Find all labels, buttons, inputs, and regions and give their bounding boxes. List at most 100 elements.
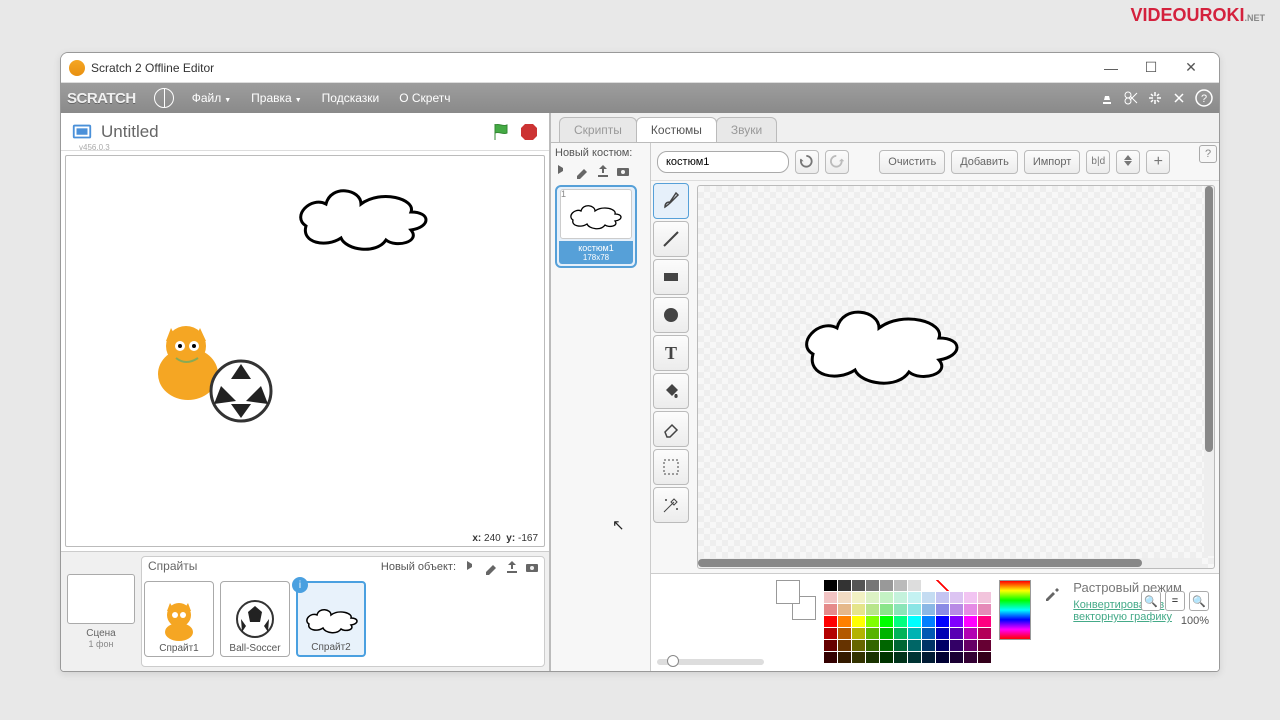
scratch-logo[interactable]: SCRATCH [67, 90, 136, 107]
palette-cell[interactable] [964, 652, 977, 663]
palette-cell[interactable] [824, 580, 837, 591]
text-tool[interactable]: T [653, 335, 689, 371]
line-tool[interactable] [653, 221, 689, 257]
zoom-in-button[interactable]: 🔍 [1189, 591, 1209, 611]
palette-cell[interactable] [824, 616, 837, 627]
palette-cell[interactable] [852, 628, 865, 639]
zoom-out-button[interactable]: 🔍 [1141, 591, 1161, 611]
palette-cell[interactable] [978, 592, 991, 603]
palette-cell[interactable] [838, 652, 851, 663]
palette-cell[interactable] [880, 616, 893, 627]
language-icon[interactable] [154, 88, 174, 108]
palette-cell[interactable] [866, 616, 879, 627]
palette-cell[interactable] [908, 604, 921, 615]
scissors-icon[interactable] [1123, 90, 1139, 106]
green-flag-button[interactable] [491, 122, 511, 142]
palette-cell[interactable] [894, 640, 907, 651]
palette-cell[interactable] [936, 616, 949, 627]
menu-edit[interactable]: Правка [243, 87, 309, 109]
upload-sprite-icon[interactable] [504, 559, 520, 575]
palette-cell[interactable] [964, 616, 977, 627]
palette-cell[interactable] [978, 652, 991, 663]
cat-sprite-on-stage[interactable] [136, 316, 286, 426]
palette-cell[interactable] [852, 616, 865, 627]
palette-cell[interactable] [824, 652, 837, 663]
palette-cell[interactable] [964, 592, 977, 603]
palette-cell[interactable] [838, 640, 851, 651]
fill-tool[interactable] [653, 373, 689, 409]
palette-cell[interactable] [866, 580, 879, 591]
palette-cell[interactable] [978, 628, 991, 639]
palette-cell[interactable] [908, 640, 921, 651]
rect-tool[interactable] [653, 259, 689, 295]
palette-cell[interactable] [950, 640, 963, 651]
palette-cell[interactable] [866, 604, 879, 615]
sprite-info-icon[interactable]: i [292, 577, 308, 593]
tab-sounds[interactable]: Звуки [716, 117, 777, 142]
palette-cell[interactable] [964, 604, 977, 615]
slider-thumb[interactable] [667, 655, 679, 667]
palette-cell[interactable] [838, 580, 851, 591]
stamp-icon[interactable] [1099, 90, 1115, 106]
cloud-sprite-on-stage[interactable] [286, 176, 456, 256]
palette-cell[interactable] [936, 592, 949, 603]
no-color-cell[interactable] [936, 580, 949, 591]
palette-cell[interactable] [908, 616, 921, 627]
palette-cell[interactable] [824, 592, 837, 603]
stop-button[interactable] [519, 122, 539, 142]
fullscreen-icon[interactable] [71, 121, 93, 143]
canvas-scrollbar-v[interactable] [1204, 186, 1214, 556]
wand-tool[interactable] [653, 487, 689, 523]
choose-sprite-icon[interactable] [464, 559, 480, 575]
palette-cell[interactable] [880, 640, 893, 651]
palette-cell[interactable] [866, 628, 879, 639]
palette-cell[interactable] [880, 652, 893, 663]
brush-tool[interactable] [653, 183, 689, 219]
palette-cell[interactable] [880, 628, 893, 639]
choose-costume-icon[interactable] [555, 163, 571, 179]
palette-cell[interactable] [922, 652, 935, 663]
palette-cell[interactable] [922, 580, 935, 591]
tab-scripts[interactable]: Скрипты [559, 117, 637, 142]
palette-cell[interactable] [866, 640, 879, 651]
fg-swatch[interactable] [776, 580, 800, 604]
palette-cell[interactable] [950, 652, 963, 663]
brush-size-slider[interactable] [657, 659, 764, 665]
zoom-reset-button[interactable]: = [1165, 591, 1185, 611]
palette-cell[interactable] [908, 592, 921, 603]
paint-sprite-icon[interactable] [484, 559, 500, 575]
color-palette[interactable] [824, 580, 991, 663]
palette-cell[interactable] [866, 592, 879, 603]
palette-cell[interactable] [950, 628, 963, 639]
palette-cell[interactable] [880, 580, 893, 591]
scene-thumb[interactable]: Сцена 1 фон [65, 556, 137, 667]
select-tool[interactable] [653, 449, 689, 485]
palette-cell[interactable] [824, 628, 837, 639]
palette-cell[interactable] [936, 652, 949, 663]
palette-cell[interactable] [894, 580, 907, 591]
ellipse-tool[interactable] [653, 297, 689, 333]
palette-cell[interactable] [908, 628, 921, 639]
menu-tips[interactable]: Подсказки [314, 87, 388, 109]
undo-button[interactable] [795, 150, 819, 174]
help-icon[interactable]: ? [1195, 89, 1213, 107]
clear-button[interactable]: Очистить [879, 150, 945, 174]
grow-icon[interactable] [1147, 90, 1163, 106]
shrink-icon[interactable] [1171, 90, 1187, 106]
palette-cell[interactable] [838, 604, 851, 615]
canvas-scrollbar-h[interactable] [698, 558, 1202, 568]
palette-cell[interactable] [922, 616, 935, 627]
menu-file[interactable]: Файл [184, 87, 239, 109]
palette-cell[interactable] [908, 652, 921, 663]
palette-cell[interactable] [908, 580, 921, 591]
minimize-button[interactable]: — [1091, 54, 1131, 82]
eyedropper-icon[interactable] [1043, 584, 1061, 602]
flip-h-icon[interactable]: b|d [1086, 150, 1110, 174]
palette-cell[interactable] [838, 592, 851, 603]
palette-cell[interactable] [978, 616, 991, 627]
sprite-item-1[interactable]: Спрайт1 [144, 581, 214, 657]
palette-cell[interactable] [852, 604, 865, 615]
palette-cell[interactable] [894, 628, 907, 639]
center-icon[interactable]: + [1146, 150, 1170, 174]
palette-cell[interactable] [866, 652, 879, 663]
